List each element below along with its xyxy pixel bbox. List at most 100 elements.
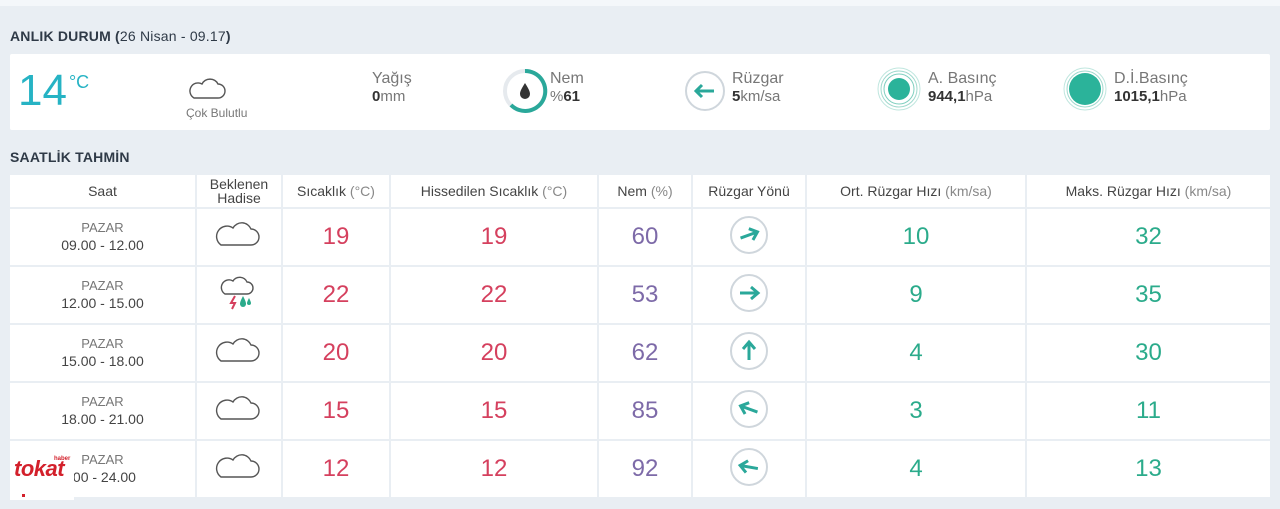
cloud-icon — [215, 221, 263, 253]
humidity-cell: 92 — [599, 441, 691, 497]
time-cell: PAZAR 18.00 - 21.00 — [10, 383, 195, 439]
top-strip — [0, 0, 1280, 6]
header-event-line2: Hadise — [217, 190, 261, 206]
pressure-unit: hPa — [965, 88, 993, 105]
humidity-value: 53 — [631, 281, 659, 308]
temp-cell: 15 — [283, 383, 389, 439]
feels-value: 12 — [480, 455, 508, 482]
temp-value: 12 — [322, 455, 350, 482]
hourly-title: SAATLİK TAHMİN — [10, 149, 130, 165]
event-cell — [197, 209, 281, 265]
header-humidity-unit: (%) — [650, 183, 673, 199]
rain-unit: mm — [380, 88, 406, 105]
day-label: PAZAR — [81, 220, 124, 235]
sea-pressure-label: D.İ.Basınç — [1114, 70, 1188, 87]
feels-value: 20 — [480, 339, 508, 366]
current-date: 26 Nisan - 09.17 — [119, 28, 226, 44]
time-range: 09.00 - 12.00 — [61, 237, 144, 253]
header-time-label: Saat — [88, 183, 117, 199]
humidity-prefix: % — [550, 88, 564, 105]
event-cell — [197, 441, 281, 497]
avg-wind-value: 3 — [909, 397, 923, 424]
header-avg-wind-unit: (km/sa) — [945, 183, 992, 199]
feels-value: 15 — [480, 397, 508, 424]
weather-panel: ANLIK DURUM (26 Nisan - 09.17) 14 °C Çok … — [0, 0, 1280, 509]
time-cell: PAZAR 12.00 - 15.00 — [10, 267, 195, 323]
header-temp: Sıcaklık (°C) — [283, 175, 389, 207]
table-row: PAZAR 09.00 - 12.00 19 19 60 10 32 — [10, 209, 1270, 265]
header-wind-dir-label: Rüzgar Yönü — [708, 183, 790, 199]
table-header-row: Saat Beklenen Hadise Sıcaklık (°C) Hissed… — [10, 175, 1270, 207]
avg-wind-value: 4 — [909, 339, 923, 366]
temp-unit: °C — [68, 72, 90, 92]
max-wind-cell: 35 — [1027, 267, 1270, 323]
max-wind-cell: 13 — [1027, 441, 1270, 497]
avg-wind-value: 10 — [902, 223, 930, 250]
hourly-forecast-table: Saat Beklenen Hadise Sıcaklık (°C) Hissed… — [8, 173, 1272, 499]
header-humidity-label: Nem — [617, 183, 647, 199]
wind-label: Rüzgar — [732, 70, 784, 87]
header-max-wind: Maks. Rüzgar Hızı (km/sa) — [1027, 175, 1270, 207]
time-range: 18.00 - 21.00 — [61, 411, 144, 427]
temp-cell: 20 — [283, 325, 389, 381]
header-feels-label: Hissedilen Sıcaklık — [420, 183, 539, 199]
humidity-value: 85 — [631, 397, 659, 424]
avg-wind-cell: 10 — [807, 209, 1025, 265]
thunderstorm-icon — [219, 276, 259, 316]
temp-cell: 19 — [283, 209, 389, 265]
humidity-gauge-icon — [503, 68, 548, 113]
rain-label: Yağış — [372, 70, 412, 87]
header-max-wind-unit: (km/sa) — [1184, 183, 1232, 199]
sea-pressure-icon — [1063, 67, 1107, 111]
avg-wind-cell: 4 — [807, 325, 1025, 381]
wind-direction-icon — [685, 71, 725, 111]
humidity-cell: 60 — [599, 209, 691, 265]
current-title-label: ANLIK DURUM ( — [10, 28, 120, 44]
header-avg-wind: Ort. Rüzgar Hızı (km/sa) — [807, 175, 1025, 207]
header-feels: Hissedilen Sıcaklık (°C) — [391, 175, 597, 207]
header-temp-unit: (°C) — [349, 183, 375, 199]
humidity-value: 62 — [631, 339, 659, 366]
avg-wind-value: 4 — [909, 455, 923, 482]
header-max-wind-label: Maks. Rüzgar Hızı — [1065, 183, 1181, 199]
rain-value-line: 0mm — [372, 88, 412, 106]
sea-pressure-value-line: 1015,1hPa — [1114, 88, 1188, 106]
humidity-value-line: %61 — [550, 88, 584, 106]
current-title-close: ) — [225, 28, 231, 44]
sea-pressure-unit: hPa — [1159, 88, 1187, 105]
max-wind-value: 32 — [1135, 223, 1162, 250]
feels-cell: 22 — [391, 267, 597, 323]
current-temperature: 14 °C — [18, 66, 89, 116]
day-label: PAZAR — [81, 394, 124, 409]
pressure-label: A. Basınç — [928, 70, 997, 87]
temp-cell: 12 — [283, 441, 389, 497]
watermark-brand: tokat — [14, 456, 65, 481]
day-label: PAZAR — [81, 278, 124, 293]
pressure-icon — [877, 67, 921, 111]
pressure-value-line: 944,1hPa — [928, 88, 996, 106]
humidity-value: 60 — [631, 223, 659, 250]
wind-arrow-icon — [730, 331, 768, 370]
rain-metric: Yağış 0mm — [372, 70, 412, 106]
feels-value: 22 — [480, 281, 508, 308]
wind-dir-cell — [693, 209, 805, 265]
temp-value: 20 — [322, 339, 350, 366]
event-cell — [197, 325, 281, 381]
max-wind-value: 13 — [1135, 455, 1162, 482]
feels-cell: 12 — [391, 441, 597, 497]
cloud-icon — [215, 453, 263, 485]
temp-value: 14 — [18, 66, 67, 115]
wind-unit: km/sa — [740, 88, 781, 105]
humidity-label: Nem — [550, 70, 584, 87]
max-wind-cell: 32 — [1027, 209, 1270, 265]
humidity-cell: 62 — [599, 325, 691, 381]
header-event: Beklenen Hadise — [197, 175, 281, 207]
humidity-metric: Nem %61 — [550, 70, 584, 106]
header-feels-unit: (°C) — [542, 183, 568, 199]
event-cell — [197, 267, 281, 323]
event-cell — [197, 383, 281, 439]
max-wind-cell: 30 — [1027, 325, 1270, 381]
wind-value-line: 5km/sa — [732, 88, 784, 106]
max-wind-cell: 11 — [1027, 383, 1270, 439]
cloud-icon — [215, 395, 263, 427]
